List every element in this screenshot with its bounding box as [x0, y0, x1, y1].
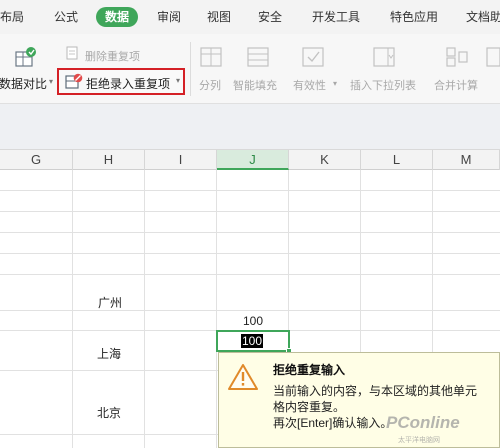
warning-line: 当前输入的内容，与本区域的其他单元 — [273, 384, 478, 398]
insert-dropdown-icon — [373, 47, 395, 67]
warning-icon — [228, 364, 258, 390]
tab-developer[interactable]: 开发工具 — [312, 7, 360, 27]
tab-features[interactable]: 特色应用 — [390, 7, 438, 27]
tab-formula[interactable]: 公式 — [54, 7, 78, 27]
cell-shanghai[interactable]: 上海 — [97, 345, 121, 362]
column-header-l[interactable]: L — [361, 150, 433, 170]
more-tools-icon[interactable] — [486, 46, 500, 68]
merge-calculate-button[interactable]: 合并计算 — [434, 77, 478, 93]
tab-view[interactable]: 视图 — [207, 7, 231, 27]
ribbon-panel: 数据对比 ▾ 删除重复项 拒绝录入重复项 ▾ 分列 智能填充 有效性 ▾ 插入下… — [0, 34, 500, 104]
remove-duplicates-icon — [66, 46, 78, 60]
gridline — [0, 190, 500, 191]
cell-beijing[interactable]: 北京 — [97, 404, 121, 421]
remove-duplicates-button[interactable]: 删除重复项 — [85, 48, 140, 64]
reject-duplicates-icon — [65, 73, 83, 89]
merge-calculate-icon — [446, 47, 468, 67]
gridline — [0, 211, 500, 212]
duplicate-warning-tooltip: 拒绝重复输入 当前输入的内容，与本区域的其他单元 格内容重复。 再次[Enter… — [218, 352, 500, 448]
cell-guangzhou[interactable]: 广州 — [98, 294, 122, 311]
column-header-h[interactable]: H — [73, 150, 145, 170]
column-header-j[interactable]: J — [217, 150, 289, 170]
tab-review[interactable]: 审阅 — [157, 7, 181, 27]
smart-fill-icon — [247, 47, 269, 67]
insert-dropdown-button[interactable]: 插入下拉列表 — [350, 77, 416, 93]
ribbon-tabbar: 布局 公式 数据 审阅 视图 安全 开发工具 特色应用 文档助 — [0, 0, 500, 34]
tab-security[interactable]: 安全 — [258, 7, 282, 27]
active-cell-value[interactable]: 100 — [241, 334, 264, 348]
watermark-subtitle: 太平洋电脑网 — [398, 437, 440, 444]
gridline — [0, 253, 500, 254]
validity-button[interactable]: 有效性 — [293, 77, 326, 93]
divider — [190, 42, 191, 96]
active-cell-editor[interactable]: 100 — [216, 330, 292, 354]
tab-doc-assistant[interactable]: 文档助 — [466, 7, 500, 27]
smart-fill-button[interactable]: 智能填充 — [233, 77, 277, 93]
gridline — [0, 274, 500, 275]
reject-duplicates-button[interactable]: 拒绝录入重复项 ▾ — [57, 68, 185, 95]
column-header-k[interactable]: K — [289, 150, 361, 170]
data-compare-icon — [15, 47, 36, 67]
chevron-down-icon[interactable]: ▾ — [333, 79, 337, 88]
validity-icon — [302, 47, 324, 67]
spreadsheet-grid[interactable]: 广州 100 上海 北京 100 拒绝重复输入 当前输入的内容，与本区域的其他单… — [0, 170, 500, 448]
data-compare-button[interactable]: 数据对比 — [0, 75, 47, 92]
column-header-bar: G H I J K L M — [0, 150, 500, 170]
cell-j-value[interactable]: 100 — [243, 314, 263, 328]
reject-duplicates-label: 拒绝录入重复项 — [86, 77, 171, 91]
column-header-g[interactable]: G — [0, 150, 73, 170]
gridline — [0, 232, 500, 233]
formula-bar-area — [0, 104, 500, 150]
gridline — [0, 310, 500, 311]
watermark-logo: PConline — [386, 413, 460, 432]
column-header-i[interactable]: I — [145, 150, 217, 170]
split-columns-icon — [200, 47, 222, 67]
split-columns-button[interactable]: 分列 — [199, 77, 221, 93]
warning-title: 拒绝重复输入 — [273, 363, 346, 377]
chevron-down-icon[interactable]: ▾ — [49, 77, 53, 86]
chevron-down-icon: ▾ — [176, 76, 181, 85]
tab-layout[interactable]: 布局 — [0, 7, 24, 27]
column-header-m[interactable]: M — [433, 150, 500, 170]
tab-data[interactable]: 数据 — [96, 7, 139, 27]
